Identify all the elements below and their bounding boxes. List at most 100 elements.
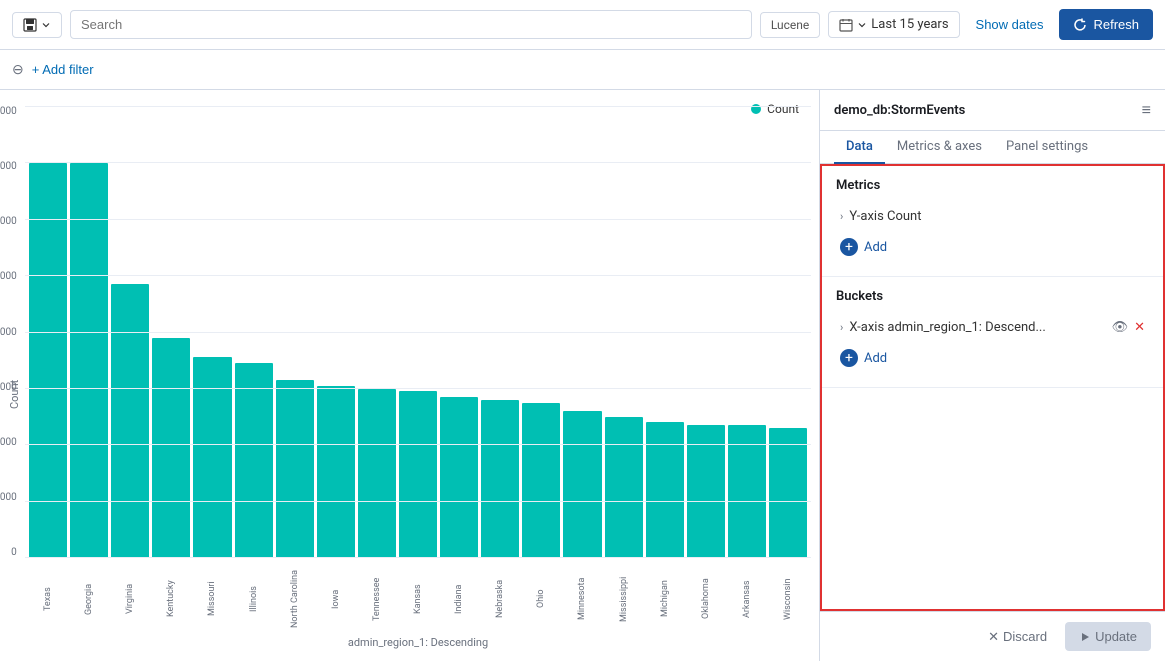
x-label: Ohio <box>522 564 560 634</box>
play-icon <box>1079 631 1091 643</box>
panel-tabs: DataMetrics & axesPanel settings <box>820 131 1165 164</box>
chevron-down-icon <box>41 20 51 30</box>
y-label: 140,000 <box>0 161 17 172</box>
panel-menu-icon[interactable]: ≡ <box>1142 100 1151 120</box>
add-circle-buckets: + <box>840 349 858 367</box>
bar[interactable] <box>235 363 273 558</box>
bar[interactable] <box>358 389 396 559</box>
x-label: Kansas <box>399 564 437 634</box>
x-axis-labels: TexasGeorgiaVirginiaKentuckyMissouriIlli… <box>25 560 811 634</box>
y-label: 160,000 <box>0 106 17 117</box>
chevron-down-icon-time <box>857 20 867 30</box>
bar[interactable] <box>481 400 519 558</box>
lucene-toggle[interactable]: Lucene <box>760 12 820 38</box>
bar[interactable] <box>317 386 355 558</box>
x-label: Wisconsin <box>769 564 807 634</box>
main-content: Count Count 160,000140,000120,000100,000… <box>0 90 1165 661</box>
buckets-section-title: Buckets <box>836 289 1149 304</box>
search-input[interactable] <box>70 10 752 39</box>
y-label: 20,000 <box>0 492 17 503</box>
bar[interactable] <box>276 380 314 558</box>
update-button[interactable]: Update <box>1065 622 1151 651</box>
panel-header: demo_db:StormEvents ≡ <box>820 90 1165 131</box>
metrics-add-row[interactable]: + Add <box>836 230 1149 264</box>
panel-tab-metrics-&-axes[interactable]: Metrics & axes <box>885 131 994 164</box>
x-label: Nebraska <box>481 564 519 634</box>
bar[interactable] <box>29 163 67 559</box>
chart-area: Count Count 160,000140,000120,000100,000… <box>0 90 820 661</box>
discard-label: Discard <box>1003 629 1047 644</box>
bar[interactable] <box>399 391 437 558</box>
y-label: 60,000 <box>0 382 17 393</box>
x-label: Kentucky <box>152 564 190 634</box>
bar[interactable] <box>70 163 108 559</box>
panel-footer: ✕ Discard Update <box>820 611 1165 661</box>
bar[interactable] <box>111 284 149 558</box>
time-picker[interactable]: Last 15 years <box>828 11 959 38</box>
buckets-add-row[interactable]: + Add <box>836 341 1149 375</box>
panel-body: Metrics › Y-axis Count + Add Buckets › X… <box>820 164 1165 611</box>
chart-inner: 160,000140,000120,000100,00080,00060,000… <box>25 106 811 653</box>
metric-row[interactable]: › Y-axis Count <box>836 203 1149 230</box>
save-button[interactable] <box>12 12 62 38</box>
eye-icon[interactable]: 👁 <box>1112 320 1129 335</box>
x-label: Indiana <box>440 564 478 634</box>
gridline <box>25 219 811 220</box>
calendar-icon <box>839 18 853 32</box>
x-label: Virginia <box>111 564 149 634</box>
y-label: 40,000 <box>0 437 17 448</box>
panel-tab-panel-settings[interactable]: Panel settings <box>994 131 1100 164</box>
x-label: Illinois <box>235 564 273 634</box>
discard-button[interactable]: ✕ Discard <box>978 623 1057 651</box>
show-dates-button[interactable]: Show dates <box>968 12 1052 37</box>
x-label: Missouri <box>193 564 231 634</box>
add-filter-button[interactable]: + Add filter <box>32 62 94 77</box>
x-label: Michigan <box>646 564 684 634</box>
add-circle-metrics: + <box>840 238 858 256</box>
x-label: North Carolina <box>276 564 314 634</box>
discard-x-icon: ✕ <box>988 629 999 645</box>
bar[interactable] <box>646 422 684 558</box>
refresh-icon <box>1073 18 1087 32</box>
metrics-section: Metrics › Y-axis Count + Add <box>822 166 1163 277</box>
bar[interactable] <box>563 411 601 558</box>
bucket-chevron-icon: › <box>840 321 843 334</box>
gridline <box>25 106 811 107</box>
buckets-section: Buckets › X-axis admin_region_1: Descend… <box>822 277 1163 388</box>
y-labels: 160,000 140,000 120,000 100,000 80,000 60,000… <box>0 106 17 558</box>
gridline <box>25 275 811 276</box>
gridline <box>25 162 811 163</box>
bucket-close-icon[interactable]: ✕ <box>1134 320 1145 335</box>
time-range-label: Last 15 years <box>871 17 948 32</box>
save-icon <box>23 18 37 32</box>
x-label: Arkansas <box>728 564 766 634</box>
right-panel: demo_db:StormEvents ≡ DataMetrics & axes… <box>820 90 1165 661</box>
bucket-label: X-axis admin_region_1: Descend... <box>849 320 1105 335</box>
y-label: 80,000 <box>0 327 17 338</box>
bucket-row[interactable]: › X-axis admin_region_1: Descend... 👁 ✕ <box>836 314 1149 341</box>
bar[interactable] <box>193 357 231 558</box>
refresh-button[interactable]: Refresh <box>1059 9 1153 40</box>
bar[interactable] <box>687 425 725 558</box>
bar[interactable] <box>769 428 807 558</box>
buckets-add-label: Add <box>864 351 887 366</box>
x-label: Texas <box>29 564 67 634</box>
x-label: Oklahoma <box>687 564 725 634</box>
bar[interactable] <box>605 417 643 558</box>
panel-tab-data[interactable]: Data <box>834 131 885 164</box>
bars-container: 160,000140,000120,000100,00080,00060,000… <box>25 106 811 558</box>
metrics-section-title: Metrics <box>836 178 1149 193</box>
refresh-label: Refresh <box>1093 17 1139 32</box>
bar[interactable] <box>152 338 190 558</box>
filter-icon[interactable]: ⊖ <box>12 62 24 78</box>
bar[interactable] <box>440 397 478 558</box>
bar[interactable] <box>728 425 766 558</box>
update-label: Update <box>1095 629 1137 644</box>
y-label: 120,000 <box>0 216 17 227</box>
y-label: 100,000 <box>0 271 17 282</box>
metrics-add-label: Add <box>864 240 887 255</box>
x-axis-title: admin_region_1: Descending <box>25 636 811 653</box>
x-label: Tennessee <box>358 564 396 634</box>
bar[interactable] <box>522 403 560 558</box>
x-label: Mississippi <box>605 564 643 634</box>
